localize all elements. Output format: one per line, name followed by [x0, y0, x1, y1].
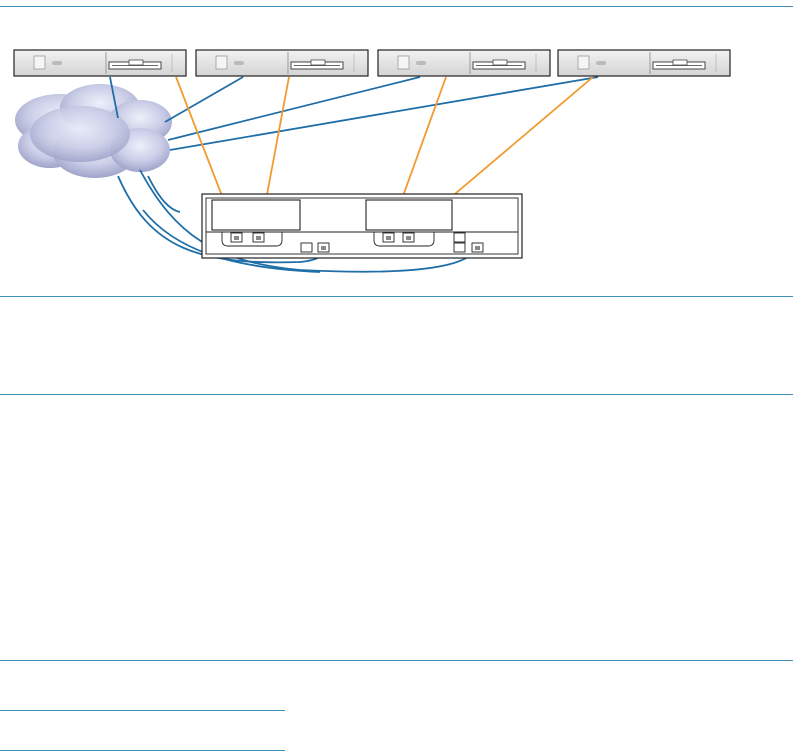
- mgmt-port-a2: [317, 242, 330, 253]
- network-link-4: [169, 76, 599, 151]
- section-rule-3: [0, 660, 793, 661]
- section-rule-2: [0, 394, 793, 395]
- mgmt-port-b2: [471, 242, 484, 253]
- controller-b-panel: [365, 199, 453, 231]
- network-link-3: [167, 76, 421, 141]
- mgmt-port-b0: [453, 232, 466, 243]
- network-diagram: [13, 49, 731, 273]
- server-2: [195, 49, 369, 77]
- storage-enclosure: [201, 193, 523, 259]
- port-a2: [252, 232, 265, 243]
- footer-rule-2: [0, 750, 285, 751]
- mgmt-port-b1: [453, 242, 466, 253]
- controller-a-panel: [211, 199, 301, 231]
- server-4: [557, 49, 731, 77]
- mgmt-port-a1: [300, 242, 313, 253]
- port-b2: [402, 232, 415, 243]
- server-3: [377, 49, 551, 77]
- network-cloud-icon: [15, 84, 172, 178]
- port-a1: [230, 232, 243, 243]
- footer-rule-1: [0, 710, 285, 711]
- port-b1: [382, 232, 395, 243]
- network-link-2: [164, 76, 244, 123]
- server-1: [13, 49, 187, 77]
